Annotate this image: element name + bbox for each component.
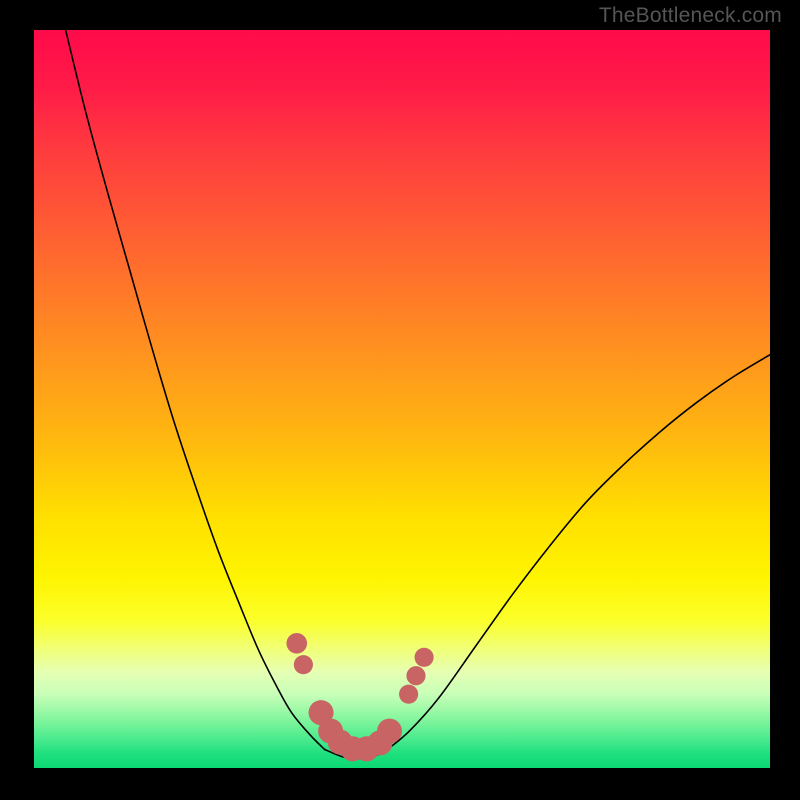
data-marker: [406, 666, 425, 685]
image-frame: TheBottleneck.com: [0, 0, 800, 800]
data-marker: [286, 633, 307, 654]
right-curve: [387, 355, 770, 750]
plot-area: [34, 30, 770, 768]
data-marker: [415, 648, 434, 667]
chart-svg: [34, 30, 770, 768]
data-marker: [294, 655, 313, 674]
markers-group: [286, 633, 433, 761]
data-marker: [377, 719, 402, 744]
data-marker: [399, 685, 418, 704]
watermark-text: TheBottleneck.com: [599, 4, 782, 28]
left-curve: [66, 30, 325, 750]
